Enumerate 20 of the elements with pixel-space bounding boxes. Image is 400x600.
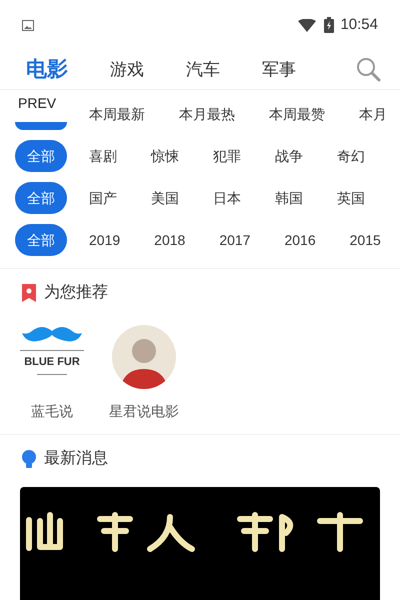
clock-time: 10:54 xyxy=(340,14,378,35)
section-title: 为您推荐 xyxy=(44,282,108,303)
bookmark-icon xyxy=(22,284,36,302)
section-title: 最新消息 xyxy=(44,448,108,469)
category-tab[interactable]: 军事 xyxy=(262,56,296,82)
filter-chip[interactable]: 全部 xyxy=(15,182,67,214)
channel-name[interactable]: 蓝毛说 xyxy=(31,401,73,422)
filter-chip[interactable]: 全部 xyxy=(15,224,67,256)
search-icon[interactable] xyxy=(356,56,382,82)
image-icon xyxy=(22,20,34,30)
battery-icon xyxy=(324,17,334,33)
lightbulb-icon xyxy=(22,450,36,468)
category-tab[interactable]: 游戏 xyxy=(110,56,144,82)
filter-chip[interactable]: 全部 xyxy=(15,140,67,172)
category-tab[interactable]: 汽车 xyxy=(186,56,220,82)
logo-text: BLUE FUR xyxy=(24,355,80,370)
filter-chip[interactable] xyxy=(15,122,67,130)
wifi-icon xyxy=(298,18,316,32)
category-tab[interactable]: 电影 xyxy=(26,54,68,86)
channel-name[interactable]: 星君说电影 xyxy=(109,401,179,422)
